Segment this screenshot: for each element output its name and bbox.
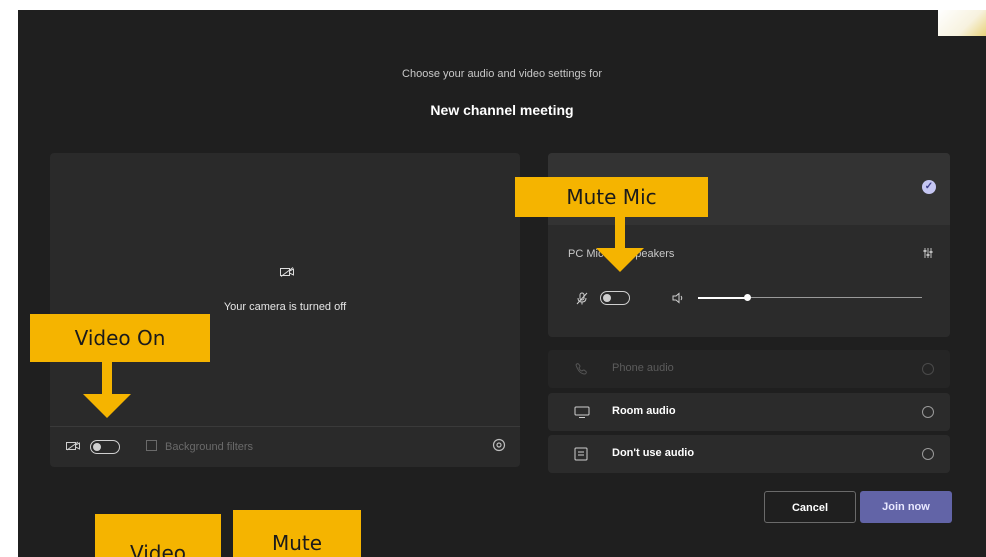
- camera-off-text: Your camera is turned off: [223, 301, 347, 313]
- settings-gear-icon[interactable]: [492, 438, 506, 452]
- phone-icon: [575, 363, 587, 375]
- room-audio-option[interactable]: Room audio: [548, 393, 950, 431]
- video-camera-icon: [66, 441, 80, 451]
- mic-off-icon: [576, 292, 588, 305]
- background-filters-label: Background filters: [165, 441, 254, 453]
- room-audio-label: Room audio: [612, 405, 676, 417]
- no-audio-option[interactable]: Don't use audio: [548, 435, 950, 473]
- background-filters-button[interactable]: Background filters: [146, 440, 253, 453]
- microphone-toggle[interactable]: [600, 291, 630, 305]
- phone-audio-option[interactable]: Phone audio: [548, 350, 950, 388]
- dialog-subtitle: Choose your audio and video settings for: [402, 68, 602, 80]
- camera-preview: Your camera is turned off Background fil…: [50, 153, 520, 467]
- mute-mic-arrow-head: [596, 248, 644, 272]
- mute-mic-callout: Mute Mic: [515, 177, 708, 217]
- video-on-callout: Video On: [30, 314, 210, 362]
- no-audio-label: Don't use audio: [612, 447, 695, 459]
- mute-callout: Mute: [233, 510, 361, 557]
- video-on-arrow-shaft: [102, 362, 112, 394]
- video-on-arrow-head: [83, 394, 131, 418]
- volume-slider[interactable]: [698, 294, 922, 301]
- speaker-icon: [672, 292, 683, 304]
- join-now-button[interactable]: Join now: [860, 491, 952, 523]
- background-filters-icon: [146, 440, 157, 451]
- room-audio-radio[interactable]: [922, 406, 934, 418]
- video-toggle[interactable]: [90, 440, 120, 454]
- preview-toolbar: Background filters: [50, 426, 520, 467]
- camera-off-icon: [280, 267, 294, 277]
- meeting-title: New channel meeting: [430, 102, 574, 118]
- speaker-off-icon: [574, 447, 588, 461]
- selected-check-icon: ✓: [922, 180, 936, 194]
- phone-audio-label: Phone audio: [612, 362, 674, 374]
- mute-mic-arrow-shaft: [615, 217, 625, 249]
- room-display-icon: [574, 406, 590, 418]
- video-callout: Video: [95, 514, 221, 557]
- no-audio-radio[interactable]: [922, 448, 934, 460]
- volume-thumb[interactable]: [744, 294, 752, 301]
- device-settings-icon[interactable]: [922, 247, 934, 259]
- phone-audio-radio[interactable]: [922, 363, 934, 375]
- corner-decoration: [938, 10, 986, 36]
- meeting-join-screen: Choose your audio and video settings for…: [18, 10, 986, 557]
- volume-fill: [698, 296, 748, 299]
- cancel-button[interactable]: Cancel: [764, 491, 856, 523]
